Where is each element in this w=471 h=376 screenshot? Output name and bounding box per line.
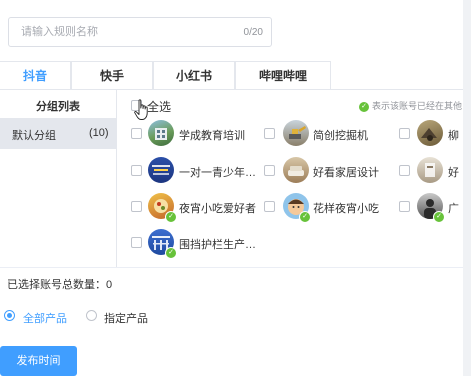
- bound-check-icon: ✓: [299, 211, 311, 223]
- radio-all-products-label[interactable]: 全部产品: [23, 310, 67, 326]
- furniture-avatar: [283, 157, 309, 183]
- account-name: 简创挖掘机: [313, 130, 368, 142]
- bound-hint-text: 表示该账号已经在其他: [372, 101, 463, 111]
- interior-avatar: [417, 157, 443, 183]
- check-circle-icon: ✓: [359, 101, 369, 112]
- tab-kuaishou[interactable]: 快手: [71, 61, 153, 89]
- select-all-label[interactable]: 全选: [147, 98, 171, 115]
- education-banner-avatar: [148, 157, 174, 183]
- account-name: 柳: [448, 130, 459, 142]
- selected-total: 已选择账号总数量：0: [7, 279, 113, 291]
- group-item-default[interactable]: 默认分组 (10): [0, 118, 116, 149]
- radio-specific-products[interactable]: [86, 310, 97, 321]
- account-name: 学成教育培训: [179, 130, 245, 142]
- publish-time-button[interactable]: 发布时间: [0, 346, 77, 376]
- rule-form-card: 0/20 抖音 快手 小红书 哔哩哔哩 分组列表 默认分组 (10) 全选 ✓表…: [0, 0, 463, 376]
- bound-check-icon: ✓: [165, 247, 177, 259]
- radio-specific-products-label[interactable]: 指定产品: [104, 310, 148, 326]
- account-name: 好看家居设计: [313, 167, 379, 179]
- rule-name-input[interactable]: [19, 25, 223, 39]
- bound-check-icon: ✓: [165, 211, 177, 223]
- building-avatar: [148, 120, 174, 146]
- account-checkbox[interactable]: [131, 128, 142, 139]
- tab-douyin[interactable]: 抖音: [0, 61, 71, 89]
- tab-bilibili[interactable]: 哔哩哔哩: [235, 61, 331, 89]
- bound-hint: ✓ 表示该账号已经在其他: [359, 99, 462, 112]
- account-name: 广: [448, 203, 459, 215]
- account-checkbox[interactable]: [264, 128, 275, 139]
- bound-check-icon: ✓: [433, 211, 445, 223]
- pointer-cursor-icon: [134, 99, 148, 120]
- group-sidebar: 分组列表: [0, 90, 117, 267]
- account-checkbox[interactable]: [399, 128, 410, 139]
- tab-xiaohongshu[interactable]: 小红书: [153, 61, 235, 89]
- rule-name-field[interactable]: 0/20: [8, 17, 272, 47]
- group-list-title: 分组列表: [36, 101, 80, 113]
- account-checkbox[interactable]: [399, 201, 410, 212]
- account-name: 围挡护栏生产…: [179, 239, 256, 251]
- account-name: 好: [448, 167, 459, 179]
- char-counter: 0/20: [243, 27, 263, 38]
- account-checkbox[interactable]: [399, 165, 410, 176]
- account-checkbox[interactable]: [131, 201, 142, 212]
- account-name: 夜宵小吃爱好者: [179, 203, 256, 215]
- radio-all-products[interactable]: [4, 310, 15, 321]
- group-name: 默认分组: [12, 130, 56, 142]
- excavator-avatar: [283, 120, 309, 146]
- platform-tabs: 抖音 快手 小红书 哔哩哔哩: [0, 61, 463, 90]
- account-checkbox[interactable]: [131, 237, 142, 248]
- account-name: 花样夜宵小吃: [313, 203, 379, 215]
- account-checkbox[interactable]: [131, 165, 142, 176]
- account-checkbox[interactable]: [264, 201, 275, 212]
- group-count: (10): [89, 127, 109, 139]
- divider: [0, 267, 463, 268]
- account-name: 一对一青少年…: [179, 167, 256, 179]
- machinery-avatar: [417, 120, 443, 146]
- account-checkbox[interactable]: [264, 165, 275, 176]
